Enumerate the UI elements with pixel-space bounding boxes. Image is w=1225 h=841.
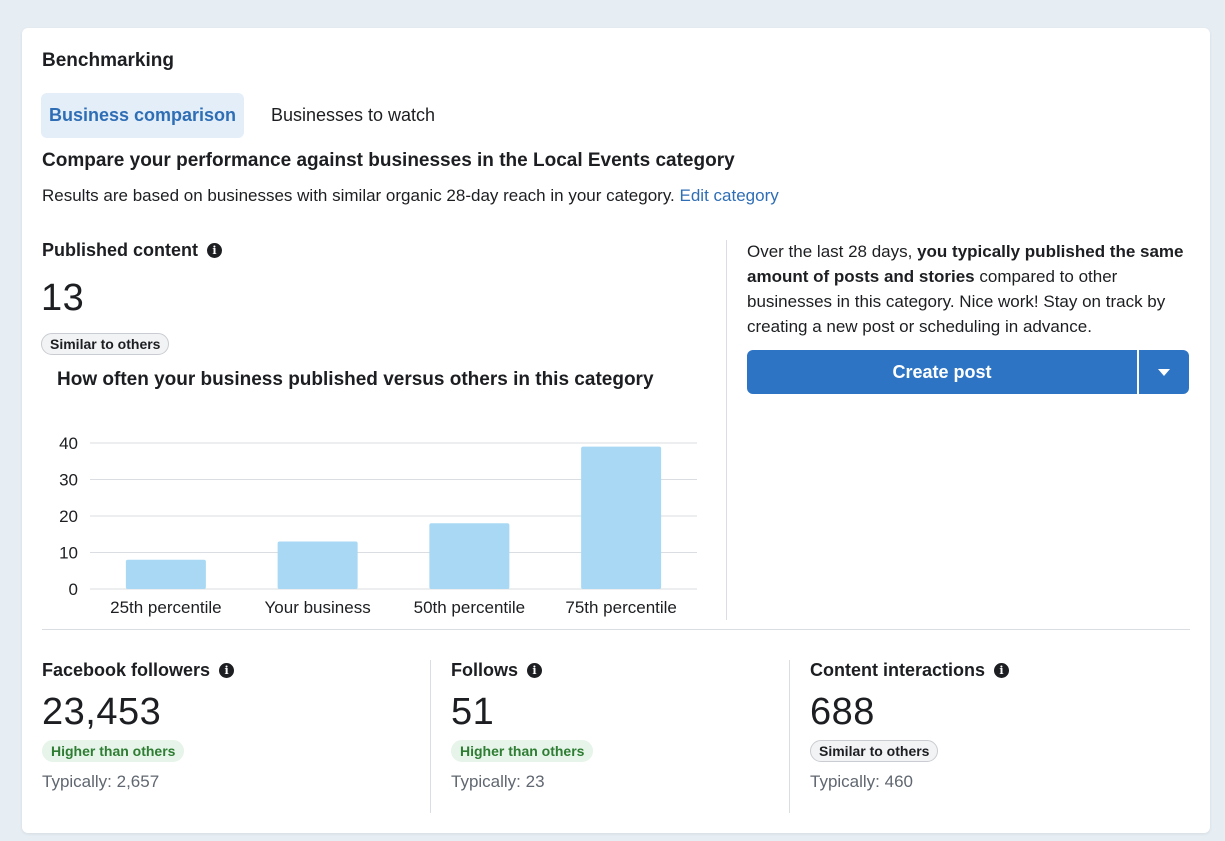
metric-value: 23,453 bbox=[42, 691, 162, 733]
metric-header: Follows i bbox=[451, 660, 781, 681]
tab-business-comparison[interactable]: Business comparison bbox=[41, 93, 244, 138]
y-tick-label: 20 bbox=[59, 507, 78, 526]
summary-text: Over the last 28 days, you typically pub… bbox=[747, 239, 1192, 339]
x-tick-label: 25th percentile bbox=[110, 598, 222, 617]
chart-title: How often your business published versus… bbox=[57, 369, 654, 390]
bar bbox=[125, 559, 206, 589]
metric-title: Follows bbox=[451, 660, 518, 680]
x-tick-label: 50th percentile bbox=[414, 598, 526, 617]
section-title: Benchmarking bbox=[42, 50, 174, 71]
info-icon[interactable]: i bbox=[219, 663, 235, 678]
chevron-down-icon bbox=[1158, 368, 1170, 376]
bar bbox=[429, 523, 510, 589]
summary-prefix: Over the last 28 days, bbox=[747, 242, 918, 261]
x-tick-label: 75th percentile bbox=[565, 598, 677, 617]
info-icon[interactable]: i bbox=[527, 663, 542, 678]
info-icon[interactable]: i bbox=[994, 663, 1010, 678]
metric-follows: Follows i 51 Higher than others Typicall… bbox=[451, 660, 781, 792]
bar bbox=[277, 541, 358, 589]
y-tick-label: 10 bbox=[59, 544, 78, 563]
horizontal-divider bbox=[42, 629, 1190, 630]
bar bbox=[581, 446, 662, 589]
y-tick-label: 40 bbox=[59, 434, 78, 453]
metric-typical: Typically: 2,657 bbox=[42, 772, 160, 791]
published-badge-wrap: Similar to others bbox=[41, 333, 170, 355]
subtitle-text: Results are based on businesses with sim… bbox=[42, 186, 675, 205]
x-tick-label: Your business bbox=[265, 598, 371, 617]
status-badge: Higher than others bbox=[451, 740, 594, 762]
column-divider bbox=[430, 660, 431, 813]
published-content-title: Published content bbox=[42, 240, 199, 260]
published-content-header: Published content i bbox=[42, 240, 223, 261]
create-post-dropdown-button[interactable] bbox=[1139, 350, 1189, 394]
metric-typical: Typically: 23 bbox=[451, 772, 545, 791]
metric-typical: Typically: 460 bbox=[810, 772, 913, 791]
metric-title: Content interactions bbox=[810, 660, 986, 680]
status-badge: Similar to others bbox=[41, 333, 170, 355]
metric-header: Content interactions i bbox=[810, 660, 1180, 681]
metric-content-interactions: Content interactions i 688 Similar to ot… bbox=[810, 660, 1180, 792]
status-badge: Similar to others bbox=[810, 740, 939, 762]
benchmarking-card: Benchmarking Business comparison Busines… bbox=[22, 28, 1210, 833]
column-divider bbox=[789, 660, 790, 813]
metric-facebook-followers: Facebook followers i 23,453 Higher than … bbox=[42, 660, 412, 792]
edit-category-link[interactable]: Edit category bbox=[680, 186, 779, 205]
metric-value: 51 bbox=[451, 691, 495, 733]
y-tick-label: 30 bbox=[59, 471, 78, 490]
page-heading: Compare your performance against busines… bbox=[42, 150, 735, 171]
status-badge: Higher than others bbox=[42, 740, 185, 762]
published-bar-chart: 0 10 20 30 40 25th percentile Your business 50t… bbox=[59, 434, 697, 617]
y-tick-label: 0 bbox=[69, 580, 78, 599]
metric-value: 688 bbox=[810, 691, 875, 733]
published-content-value: 13 bbox=[41, 277, 85, 319]
create-post-button[interactable]: Create post bbox=[747, 350, 1137, 394]
tab-businesses-to-watch[interactable]: Businesses to watch bbox=[258, 93, 448, 138]
metric-title: Facebook followers bbox=[42, 660, 211, 680]
subtitle: Results are based on businesses with sim… bbox=[42, 186, 779, 206]
metric-header: Facebook followers i bbox=[42, 660, 412, 681]
info-icon[interactable]: i bbox=[207, 243, 223, 258]
vertical-divider bbox=[726, 240, 727, 620]
